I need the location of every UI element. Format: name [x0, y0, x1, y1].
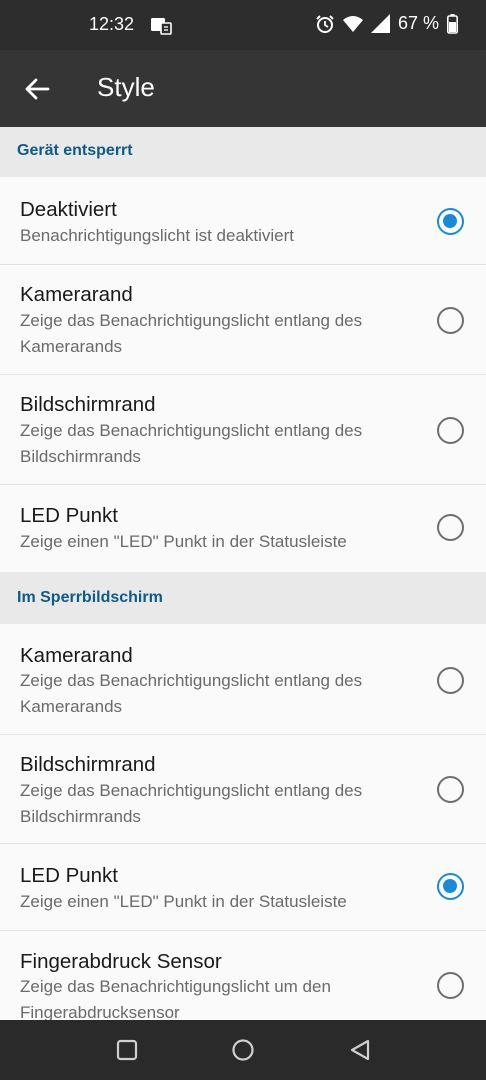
- wifi-icon: [342, 15, 363, 32]
- option-description-line1: Zeige das Benachrichtigungslicht entlang…: [20, 781, 363, 800]
- radio-button[interactable]: [437, 307, 464, 334]
- app-bar: Style: [0, 50, 486, 127]
- option-led-punkt[interactable]: LED Punkt Zeige einen "LED" Punkt in der…: [0, 485, 486, 572]
- recents-icon[interactable]: [116, 1039, 138, 1061]
- option-description: Zeige einen "LED" Punkt in der Statuslei…: [20, 532, 347, 551]
- back-arrow-icon[interactable]: [22, 74, 52, 104]
- radio-button[interactable]: [437, 417, 464, 444]
- option-description-line1: Zeige das Benachrichtigungslicht entlang…: [20, 311, 363, 330]
- radio-button-selected[interactable]: [437, 873, 464, 900]
- option-description-line2: Bildschirmrands: [20, 447, 141, 466]
- option-fingerabdruck-sensor[interactable]: Fingerabdruck Sensor Zeige das Benachric…: [0, 931, 486, 1020]
- option-title: Kamerarand: [20, 644, 133, 667]
- section-label: Im Sperrbildschirm: [17, 589, 163, 606]
- radio-button[interactable]: [437, 776, 464, 803]
- battery-percent: 67 %: [397, 13, 439, 33]
- navigation-bar: [0, 1020, 486, 1080]
- option-deaktiviert[interactable]: Deaktiviert Benachrichtigungslicht ist d…: [0, 177, 486, 265]
- status-icons: 67 %: [315, 13, 458, 34]
- sim-card-icon: [151, 18, 172, 35]
- option-description-line1: Zeige das Benachrichtigungslicht entlang…: [20, 671, 363, 690]
- radio-button-selected[interactable]: [437, 208, 464, 235]
- radio-button[interactable]: [437, 514, 464, 541]
- status-bar: 12:32 67 %: [0, 0, 486, 50]
- option-title: Bildschirmrand: [20, 393, 156, 416]
- option-kamerarand[interactable]: Kamerarand Zeige das Benachrichtigungsli…: [0, 265, 486, 375]
- option-title: Kamerarand: [20, 283, 133, 306]
- option-description: Zeige einen "LED" Punkt in der Statuslei…: [20, 892, 347, 911]
- option-title: LED Punkt: [20, 504, 118, 527]
- back-triangle-icon[interactable]: [348, 1038, 372, 1062]
- section-header-lockscreen: Im Sperrbildschirm: [0, 572, 486, 624]
- option-description-line2: Bildschirmrands: [20, 807, 141, 826]
- option-title: Deaktiviert: [20, 198, 117, 221]
- option-bildschirmrand-lock[interactable]: Bildschirmrand Zeige das Benachrichtigun…: [0, 735, 486, 844]
- alarm-icon: [316, 14, 334, 33]
- option-description-line2: Fingerabdrucksensor: [20, 1003, 180, 1020]
- option-led-punkt-lock[interactable]: LED Punkt Zeige einen "LED" Punkt in der…: [0, 844, 486, 931]
- option-kamerarand-lock[interactable]: Kamerarand Zeige das Benachrichtigungsli…: [0, 624, 486, 735]
- section-label: Gerät entsperrt: [17, 142, 133, 159]
- radio-button[interactable]: [437, 667, 464, 694]
- signal-icon: [370, 14, 390, 33]
- status-time: 12:32: [89, 14, 135, 34]
- option-description-line2: Kamerarands: [20, 697, 123, 716]
- option-description-line1: Zeige das Benachrichtigungslicht um den: [20, 977, 331, 996]
- section-header-unlocked: Gerät entsperrt: [0, 127, 486, 177]
- radio-button[interactable]: [437, 972, 464, 999]
- page-title: Style: [97, 72, 155, 102]
- battery-icon: [447, 13, 458, 34]
- home-icon[interactable]: [231, 1038, 255, 1062]
- option-description-line2: Kamerarands: [20, 337, 123, 356]
- option-description-line1: Zeige das Benachrichtigungslicht entlang…: [20, 421, 363, 440]
- option-title: LED Punkt: [20, 864, 118, 887]
- option-title: Fingerabdruck Sensor: [20, 950, 222, 973]
- option-description: Benachrichtigungslicht ist deaktiviert: [20, 226, 295, 245]
- option-title: Bildschirmrand: [20, 753, 156, 776]
- option-bildschirmrand[interactable]: Bildschirmrand Zeige das Benachrichtigun…: [0, 375, 486, 485]
